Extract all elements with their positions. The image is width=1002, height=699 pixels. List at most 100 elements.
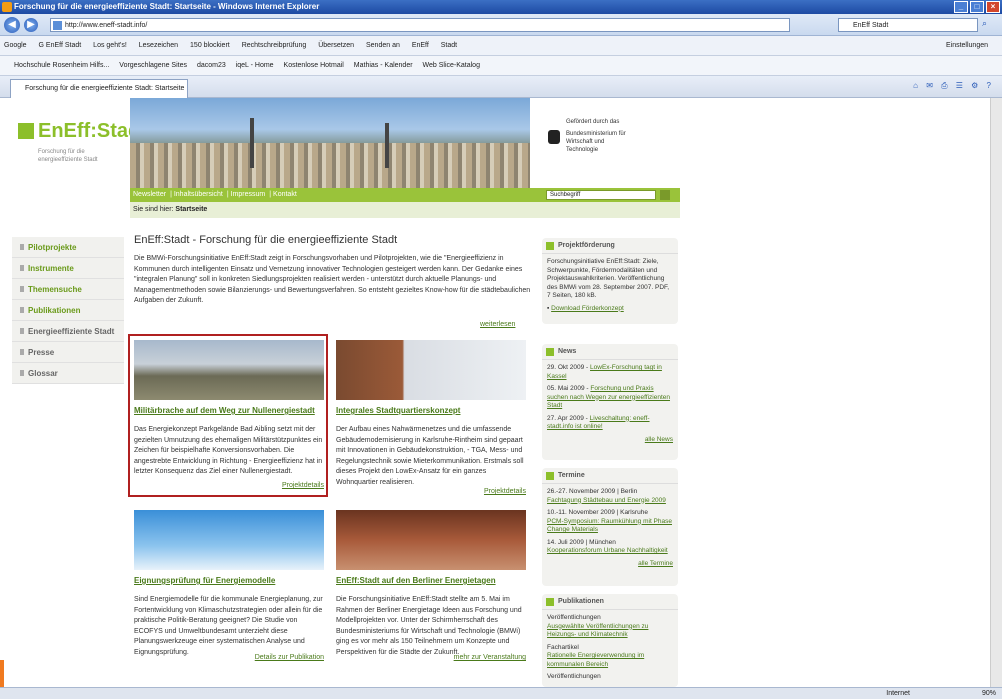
- zone-indicator: Internet: [886, 690, 910, 697]
- fav-item-webslice[interactable]: Web Slice-Katalog: [423, 62, 480, 69]
- site-search-placeholder: Suchbegriff: [550, 192, 581, 198]
- minimize-button[interactable]: _: [954, 1, 968, 13]
- live-search-input[interactable]: EnEff Stadt: [838, 18, 978, 32]
- window-title-bar: Forschung für die energieeffiziente Stad…: [0, 0, 1002, 14]
- termin-link[interactable]: Fachtagung Städtebau und Energie 2009: [547, 497, 666, 504]
- ministry-kicker: Gefördert durch das: [566, 119, 620, 125]
- topnav-kontakt[interactable]: Kontakt: [273, 191, 297, 198]
- google-toolbar: Google G EnEff Stadt Los geht's! Lesezei…: [0, 36, 1002, 56]
- back-icon[interactable]: ◀: [4, 17, 20, 33]
- sidebox-title: Publikationen: [558, 598, 604, 605]
- news-item: 05. Mai 2009 - Forschung und Praxis such…: [547, 385, 670, 409]
- page-icon: [53, 21, 62, 30]
- search-value: EnEff Stadt: [853, 22, 889, 29]
- teaser-more-link[interactable]: Projektdetails: [282, 482, 324, 489]
- teaser-title[interactable]: Integrales Stadtquartierskonzept: [336, 406, 526, 415]
- termin-link[interactable]: PCM-Symposium: Raumkühlung mit Phase Cha…: [547, 518, 672, 534]
- termin-link[interactable]: Kooperationsforum Urbane Nachhaltigkeit: [547, 547, 668, 554]
- zoom-control[interactable]: 90%: [982, 688, 996, 699]
- news-item: 27. Apr 2009 - Liveschaltung: eneff-stad…: [547, 414, 650, 431]
- search-icon[interactable]: ⌕: [982, 18, 987, 29]
- teaser-more-link[interactable]: mehr zur Veranstaltung: [454, 654, 526, 661]
- vertical-scrollbar[interactable]: [990, 98, 1002, 687]
- sidebox-publikationen: Publikationen Veröffentlichungen Ausgewäh…: [542, 594, 678, 687]
- site-search-input[interactable]: Suchbegriff: [546, 190, 656, 200]
- breadcrumb: Sie sind hier: Startseite: [130, 202, 680, 218]
- eagle-icon: [548, 130, 560, 144]
- bookmarks-button[interactable]: Lesezeichen: [139, 42, 178, 49]
- foerderung-text: Forschungsinitiative EnEff:Stadt: Ziele,…: [547, 258, 670, 299]
- translate-button[interactable]: Übersetzen: [318, 42, 354, 49]
- highlight-stadt[interactable]: Stadt: [441, 42, 457, 49]
- favorites-bar: Hochschule Rosenheim Hilfs... Vorgeschla…: [0, 56, 1002, 76]
- fav-item-iqel[interactable]: iqeL - Home: [236, 62, 274, 69]
- all-news-link[interactable]: alle News: [645, 436, 673, 443]
- popup-blocker[interactable]: 150 blockiert: [190, 42, 230, 49]
- pub-link[interactable]: Rationelle Energieverwendung im kommunal…: [547, 652, 644, 668]
- tab-active[interactable]: Forschung für die energieeffiziente Stad…: [10, 79, 188, 98]
- weiterlesen-link[interactable]: weiterlesen: [480, 321, 515, 328]
- address-input[interactable]: http://www.eneff-stadt.info/: [50, 18, 790, 32]
- settings-button[interactable]: Einstellungen: [946, 36, 988, 55]
- spellcheck-button[interactable]: Rechtschreibprüfung: [242, 42, 307, 49]
- site-search-button[interactable]: [660, 190, 670, 200]
- ministry-logo: Gefördert durch das Bundesministerium fü…: [548, 118, 668, 154]
- maximize-button[interactable]: □: [970, 1, 984, 13]
- box-icon: [546, 242, 554, 250]
- teaser-text: Sind Energiemodelle für die kommunale En…: [134, 596, 323, 656]
- nav-pilotprojekte[interactable]: Pilotprojekte: [12, 237, 124, 258]
- fav-item-kalender[interactable]: Mathias - Kalender: [354, 62, 413, 69]
- site-logo[interactable]: EnEff:Stadt: [18, 120, 147, 143]
- teaser-image[interactable]: [336, 510, 526, 570]
- box-icon: [546, 348, 554, 356]
- teaser-more-link[interactable]: Details zur Publikation: [255, 654, 324, 661]
- teaser-title[interactable]: Eignungsprüfung für Energiemodelle: [134, 576, 324, 585]
- main-content: EnEff:Stadt - Forschung für die energiee…: [134, 234, 534, 307]
- sidebox-termine: Termine 26.-27. November 2009 | Berlin Fa…: [542, 468, 678, 586]
- news-item: 29. Okt 2009 - LowEx-Forschung tagt in K…: [547, 364, 662, 380]
- pub-link[interactable]: Ausgewählte Veröffentlichungen zu Heizun…: [547, 623, 648, 639]
- logo-subtitle: Forschung für die energieeffiziente Stad…: [38, 149, 98, 163]
- forward-icon[interactable]: ▶: [24, 18, 38, 32]
- fav-item-hotmail[interactable]: Kostenlose Hotmail: [284, 62, 344, 69]
- nav-publikationen[interactable]: Publikationen: [12, 300, 124, 321]
- teaser-title[interactable]: EnEff:Stadt auf den Berliner Energietage…: [336, 576, 526, 585]
- sidebox-title: News: [558, 348, 577, 355]
- close-button[interactable]: ×: [986, 1, 1000, 13]
- highlight-eneff[interactable]: EnEff: [412, 42, 429, 49]
- command-bar-icons[interactable]: ⌂ ✉ ⎙ ☰ ⚙ ?: [913, 81, 994, 91]
- termin-item: 26.-27. November 2009 | Berlin Fachtagung…: [547, 488, 666, 504]
- fav-item-hochschule[interactable]: Hochschule Rosenheim Hilfs...: [14, 62, 109, 69]
- all-termine-link[interactable]: alle Termine: [638, 560, 673, 567]
- page-title: EnEff:Stadt - Forschung für die energiee…: [134, 234, 398, 246]
- teaser-image[interactable]: [134, 510, 324, 570]
- teaser-image[interactable]: [134, 340, 324, 400]
- topnav-newsletter[interactable]: Newsletter: [133, 191, 166, 198]
- window-title: Forschung für die energieeffiziente Stad…: [14, 2, 320, 11]
- nav-presse[interactable]: Presse: [12, 342, 124, 363]
- teaser-title[interactable]: Militärbrache auf dem Weg zur Nullenergi…: [134, 406, 324, 415]
- nav-instrumente[interactable]: Instrumente: [12, 258, 124, 279]
- tab-label: Forschung für die energieeffiziente Stad…: [25, 85, 185, 92]
- nav-energieeffiziente-stadt[interactable]: Energieeffiziente Stadt: [12, 321, 124, 342]
- send-button[interactable]: Senden an: [366, 42, 400, 49]
- teaser-more-link[interactable]: Projektdetails: [484, 488, 526, 495]
- go-button[interactable]: Los geht's!: [93, 42, 127, 49]
- tab-bar: Forschung für die energieeffiziente Stad…: [0, 76, 1002, 98]
- pub-item: Fachartikel Rationelle Energieverwendung …: [547, 643, 645, 668]
- google-search-field[interactable]: G EnEff Stadt: [39, 42, 82, 49]
- sidebox-projektfoerderung: Projektförderung Forschungsinitiative En…: [542, 238, 678, 324]
- download-link[interactable]: Download Förderkonzept: [551, 305, 624, 312]
- box-icon: [546, 472, 554, 480]
- fav-item-dacom[interactable]: dacom23: [197, 62, 226, 69]
- nav-glossar[interactable]: Glossar: [12, 363, 124, 384]
- teaser-text: Die Forschungsinitiative EnEff:Stadt ste…: [336, 596, 522, 656]
- teaser-card: EnEff:Stadt auf den Berliner Energietage…: [336, 510, 526, 661]
- nav-themensuche[interactable]: Themensuche: [12, 279, 124, 300]
- fav-item-suggested[interactable]: Vorgeschlagene Sites: [119, 62, 187, 69]
- topnav-impressum[interactable]: Impressum: [231, 191, 266, 198]
- decorative-line: [0, 660, 4, 687]
- topnav-inhalt[interactable]: Inhaltsübersicht: [174, 191, 223, 198]
- google-logo: Google: [4, 42, 27, 49]
- teaser-image[interactable]: [336, 340, 526, 400]
